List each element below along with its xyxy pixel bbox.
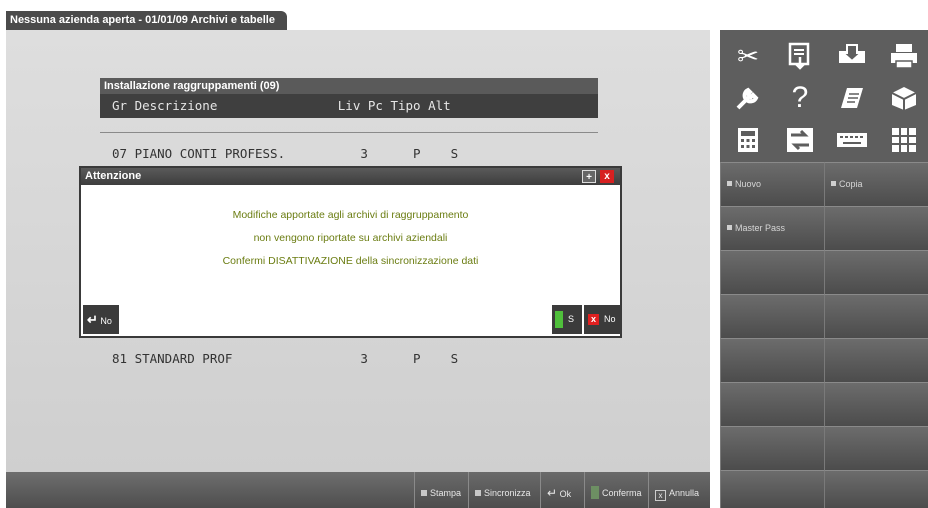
help-icon[interactable]: ?	[774, 78, 826, 118]
empty-function-button[interactable]	[824, 470, 928, 508]
conferma-label: Conferma	[602, 488, 642, 498]
close-icon: x	[655, 490, 666, 501]
calculator-icon[interactable]	[722, 120, 774, 160]
no-enter-button[interactable]: ↵ No	[83, 305, 119, 334]
empty-function-button[interactable]	[824, 294, 928, 338]
master-pass-button[interactable]: Master Pass	[720, 206, 824, 250]
copia-label: Copia	[839, 179, 863, 189]
transfer-icon[interactable]	[774, 120, 826, 160]
stampa-label: Stampa	[430, 488, 462, 498]
stampa-button[interactable]: Stampa	[414, 472, 468, 508]
dialog-title: Attenzione	[85, 170, 142, 182]
table-header: Gr Descrizione Liv Pc Tipo Alt	[100, 94, 598, 118]
conferma-button[interactable]: Conferma	[584, 472, 648, 508]
yes-button[interactable]: S	[552, 305, 582, 334]
enter-icon: ↵	[87, 312, 98, 327]
dialog-message-line: Confermi DISATTIVAZIONE della sincronizz…	[222, 255, 479, 267]
printer-icon[interactable]	[878, 36, 928, 76]
bottom-toolbar: Stampa Sincronizza ↵ Ok Conferma x Annull…	[6, 472, 710, 508]
notepad-icon[interactable]	[826, 78, 878, 118]
ok-label: Ok	[559, 489, 572, 499]
annulla-label: Annulla	[669, 488, 700, 498]
empty-function-button[interactable]	[824, 206, 928, 250]
confirm-dialog: Attenzione + x Modifiche apportate agli …	[79, 166, 622, 338]
empty-function-button[interactable]	[824, 250, 928, 294]
green-block-icon	[555, 311, 563, 328]
empty-function-button[interactable]	[824, 382, 928, 426]
no-label: No	[604, 314, 616, 324]
dialog-message-line: Modifiche apportate agli archivi di ragg…	[232, 209, 469, 221]
print-preview-icon[interactable]	[826, 36, 878, 76]
copia-button[interactable]: Copia	[824, 162, 928, 206]
dialog-message-line: non vengono riportate su archivi azienda…	[253, 232, 448, 244]
empty-function-button[interactable]	[720, 382, 824, 426]
table-caption: Installazione raggruppamenti (09)	[100, 78, 598, 94]
master-pass-label: Master Pass	[735, 223, 786, 233]
no-button[interactable]: x No	[584, 305, 622, 334]
maximize-icon[interactable]: +	[582, 170, 596, 183]
green-block-icon	[591, 486, 599, 499]
no-enter-label: No	[100, 316, 112, 326]
empty-function-button[interactable]	[720, 470, 824, 508]
empty-function-button[interactable]	[824, 338, 928, 382]
annulla-button[interactable]: x Annulla	[648, 472, 710, 508]
table-row[interactable]: 07 PIANO CONTI PROFESS. 3 P S	[112, 145, 458, 163]
empty-function-button[interactable]	[720, 250, 824, 294]
empty-function-button[interactable]	[720, 294, 824, 338]
box-icon[interactable]	[878, 78, 928, 118]
sincronizza-label: Sincronizza	[484, 488, 531, 498]
square-icon	[727, 225, 732, 230]
table-separator	[100, 132, 598, 133]
scissors-icon[interactable]: ✂	[722, 36, 774, 76]
grid-icon[interactable]	[878, 120, 928, 160]
empty-function-button[interactable]	[720, 426, 824, 470]
square-icon	[421, 490, 427, 496]
table-row[interactable]: 81 STANDARD PROF 3 P S	[112, 350, 458, 368]
red-x-icon: x	[588, 314, 599, 325]
enter-icon: ↵	[547, 486, 558, 500]
square-icon	[831, 181, 836, 186]
sincronizza-button[interactable]: Sincronizza	[468, 472, 540, 508]
yes-label: S	[568, 314, 575, 324]
square-icon	[727, 181, 732, 186]
dialog-title-bar: Attenzione + x	[81, 168, 620, 185]
nuovo-button[interactable]: Nuovo	[720, 162, 824, 206]
ok-button[interactable]: ↵ Ok	[540, 472, 584, 508]
function-sidebar: ✂ ? Nuovo Copia Master Pass	[720, 30, 928, 508]
close-icon[interactable]: x	[600, 170, 614, 183]
empty-function-button[interactable]	[824, 426, 928, 470]
square-icon	[475, 490, 481, 496]
wrench-icon[interactable]	[722, 78, 774, 118]
top-bar: Nessuna azienda aperta - 01/01/09 Archiv…	[0, 0, 928, 30]
empty-function-button[interactable]	[720, 338, 824, 382]
window-title-tab: Nessuna azienda aperta - 01/01/09 Archiv…	[6, 11, 287, 30]
paste-icon[interactable]	[774, 36, 826, 76]
nuovo-label: Nuovo	[735, 179, 762, 189]
keyboard-icon[interactable]	[826, 120, 878, 160]
